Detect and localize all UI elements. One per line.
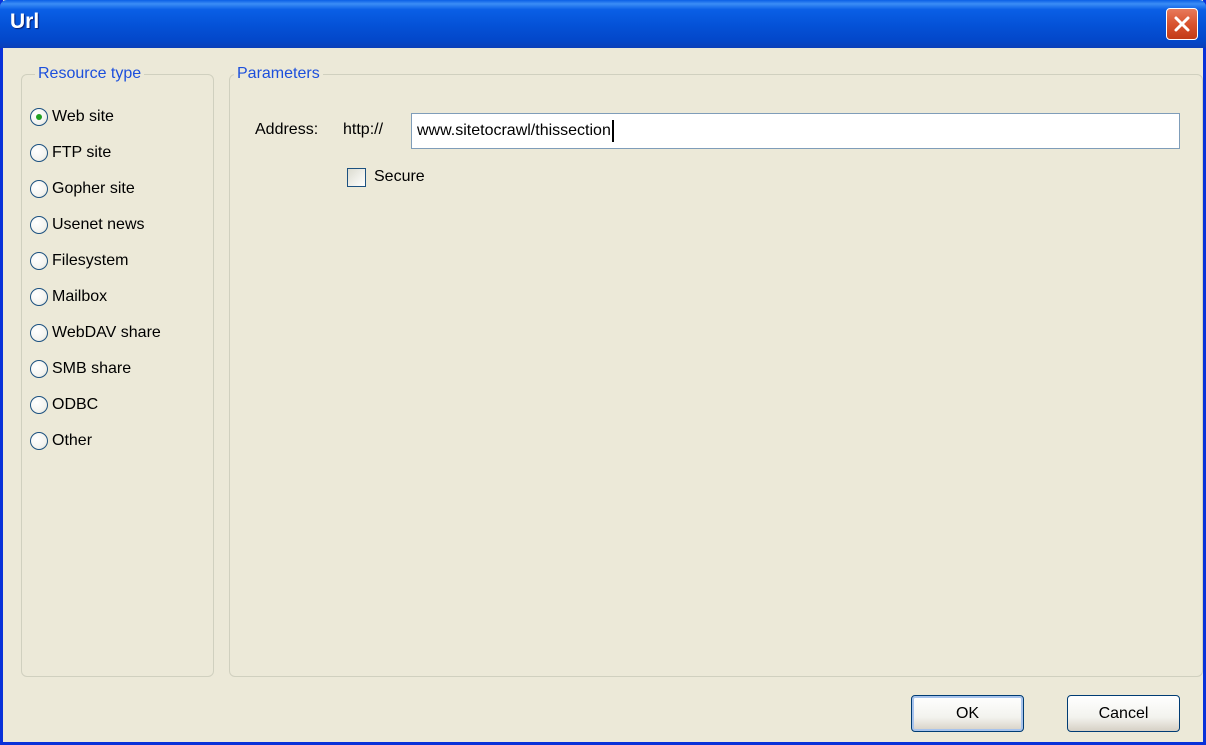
parameters-legend: Parameters <box>234 65 323 83</box>
radio-label: Filesystem <box>52 252 129 269</box>
radio-smb-share[interactable]: SMB share <box>30 356 131 382</box>
radio-button[interactable] <box>30 144 48 162</box>
radio-button[interactable] <box>30 432 48 450</box>
title-bar[interactable]: Url <box>0 0 1206 48</box>
ok-button-label: OK <box>955 704 980 722</box>
resource-type-group: Resource type Web site FTP site Gopher s… <box>21 65 214 677</box>
radio-button[interactable] <box>30 324 48 342</box>
cancel-button-label: Cancel <box>1098 704 1149 722</box>
resource-type-legend: Resource type <box>35 65 145 83</box>
radio-button[interactable] <box>30 180 48 198</box>
secure-label[interactable]: Secure <box>374 168 425 186</box>
window-title: Url <box>10 10 40 33</box>
parameters-group: Parameters <box>229 65 1203 677</box>
ok-button[interactable]: OK <box>911 695 1024 732</box>
radio-filesystem[interactable]: Filesystem <box>30 248 128 274</box>
radio-gopher-site[interactable]: Gopher site <box>30 176 135 202</box>
radio-label: Mailbox <box>52 288 108 305</box>
radio-label: Web site <box>52 108 114 125</box>
radio-mailbox[interactable]: Mailbox <box>30 284 107 310</box>
radio-ftp-site[interactable]: FTP site <box>30 140 111 166</box>
address-value: www.sitetocrawl/thissection <box>417 122 611 140</box>
radio-label: WebDAV share <box>52 324 161 341</box>
radio-webdav-share[interactable]: WebDAV share <box>30 320 161 346</box>
radio-button[interactable] <box>30 216 48 234</box>
radio-button[interactable] <box>30 360 48 378</box>
radio-label: ODBC <box>52 396 99 413</box>
secure-checkbox[interactable] <box>347 168 366 187</box>
radio-odbc[interactable]: ODBC <box>30 392 98 418</box>
radio-label: Gopher site <box>52 180 135 197</box>
radio-button[interactable] <box>30 288 48 306</box>
protocol-prefix: http:// <box>343 121 384 138</box>
radio-usenet-news[interactable]: Usenet news <box>30 212 145 238</box>
radio-label: Other <box>52 432 93 449</box>
radio-button[interactable] <box>30 396 48 414</box>
close-button[interactable] <box>1166 8 1198 40</box>
radio-web-site[interactable]: Web site <box>30 104 114 130</box>
address-input[interactable]: www.sitetocrawl/thissection <box>411 113 1180 149</box>
close-icon <box>1174 16 1190 32</box>
radio-label: Usenet news <box>52 216 145 233</box>
address-label: Address: <box>255 121 319 138</box>
cancel-button[interactable]: Cancel <box>1067 695 1180 732</box>
radio-label: SMB share <box>52 360 132 377</box>
text-caret <box>611 120 614 142</box>
radio-other[interactable]: Other <box>30 428 92 454</box>
radio-button[interactable] <box>30 252 48 270</box>
url-dialog: Url Resource type Web site FTP site Goph… <box>0 0 1206 745</box>
radio-button-checked[interactable] <box>30 108 48 126</box>
radio-label: FTP site <box>52 144 112 161</box>
